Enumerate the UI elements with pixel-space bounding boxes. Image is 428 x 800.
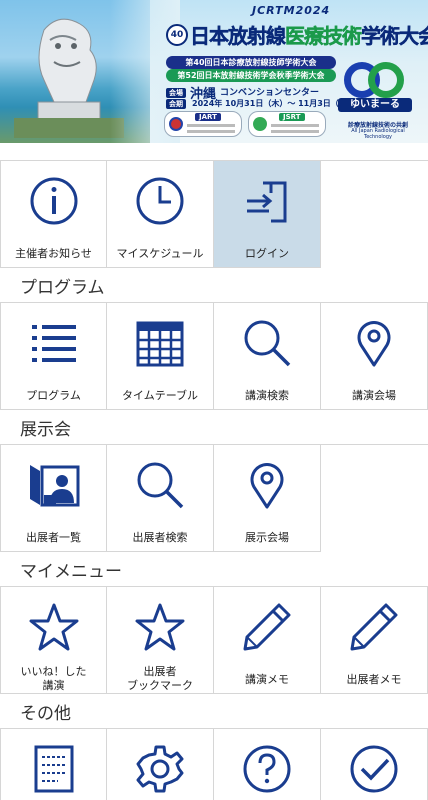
edition-badge: 40: [166, 24, 188, 46]
tile-label: プログラム: [26, 389, 81, 402]
search-icon: [137, 462, 184, 509]
menu-row-other: [0, 728, 428, 800]
banner-title: JCRTM2024 40 日本放射線医療技術学術大会: [166, 4, 428, 54]
pencil-icon: [243, 603, 291, 651]
shisa-statue-image: [14, 18, 124, 138]
tile-label: 講演メモ: [245, 673, 289, 686]
lecture-memo-button[interactable]: 講演メモ: [214, 587, 321, 694]
section-title-program: プログラム: [0, 268, 428, 302]
jsrt-logo-box: JSRT: [248, 111, 326, 137]
info-icon: [30, 177, 77, 225]
tile-label: 講演会場: [352, 389, 396, 402]
calendar-icon: [136, 321, 184, 367]
organizer-notice-button[interactable]: 主催者お知らせ: [0, 161, 107, 268]
lecture-venue-button[interactable]: 講演会場: [321, 303, 428, 410]
search-icon: [244, 320, 291, 367]
program-button[interactable]: プログラム: [0, 303, 107, 410]
menu-row-mymenu: いいね！した 講演 出展者 ブックマーク 講演メモ 出展者メモ: [0, 586, 428, 694]
jart-logo: [169, 117, 183, 131]
timetable-button[interactable]: タイムテーブル: [107, 303, 214, 410]
liked-lectures-button[interactable]: いいね！した 講演: [0, 587, 107, 694]
tile-label: ログイン: [245, 247, 289, 260]
tile-label: マイスケジュール: [116, 247, 204, 260]
subtitle-2: 第52回日本放射線技術学会秋季学術大会: [166, 69, 336, 82]
document-icon: [34, 745, 73, 793]
tile-label: いいね！した 講演: [20, 665, 87, 692]
tile-label: 講演検索: [245, 389, 289, 402]
location-pin-icon: [357, 321, 391, 367]
event-banner: JCRTM2024 40 日本放射線医療技術学術大会 第40回日本診療放射線技師…: [0, 0, 428, 143]
check-button[interactable]: [321, 729, 428, 800]
jart-logo-box: JART: [164, 111, 242, 137]
tile-label: 主催者お知らせ: [15, 247, 92, 260]
settings-button[interactable]: [107, 729, 214, 800]
congress-code: JCRTM2024: [252, 4, 331, 17]
checkmark-icon: [350, 745, 398, 793]
tile-label: 出展者一覧: [26, 531, 81, 544]
clock-icon: [136, 177, 184, 225]
tile-label: 展示会場: [245, 531, 289, 544]
tile-label: 出展者 ブックマーク: [127, 665, 193, 692]
section-title-exhibition: 展示会: [0, 410, 428, 444]
lecture-search-button[interactable]: 講演検索: [214, 303, 321, 410]
exhibitor-search-button[interactable]: 出展者検索: [107, 445, 214, 552]
jsrt-logo: [253, 117, 267, 131]
location-pin-icon: [250, 463, 284, 509]
menu-row-exhibition: 出展者一覧 出展者検索 展示会場: [0, 444, 428, 552]
pencil-icon: [350, 603, 398, 651]
section-title-mymenu: マイメニュー: [0, 552, 428, 586]
exhibition-hall-button[interactable]: 展示会場: [214, 445, 321, 552]
exhibitor-icon: [29, 465, 79, 507]
section-title-other: その他: [0, 694, 428, 728]
login-icon: [247, 181, 287, 223]
motto-english: All Japan Radiological Technology: [351, 128, 405, 140]
tile-label: 出展者検索: [132, 531, 188, 544]
star-icon: [135, 603, 185, 651]
exhibitor-memo-button[interactable]: 出展者メモ: [321, 587, 428, 694]
help-button[interactable]: [214, 729, 321, 800]
yuimaru-logo: ゆいまーる: [338, 60, 412, 118]
tile-label: 出展者メモ: [346, 673, 402, 686]
exhibitor-bookmark-button[interactable]: 出展者 ブックマーク: [107, 587, 214, 694]
exhibitor-list-button[interactable]: 出展者一覧: [0, 445, 107, 552]
menu-row-program: プログラム タイムテーブル 講演検索 講演会場: [0, 302, 428, 410]
list-icon: [31, 325, 76, 362]
subtitle-1: 第40回日本診療放射線技師学術大会: [166, 56, 336, 69]
document-button[interactable]: [0, 729, 107, 800]
my-schedule-button[interactable]: マイスケジュール: [107, 161, 214, 268]
main-menu: 主催者お知らせ マイスケジュール ログイン プログラム プログラム タイムテーブ…: [0, 160, 428, 800]
event-dates: 会期 2024年 10月31日（木）～ 11月3日（日）: [166, 98, 355, 109]
help-icon: [243, 745, 291, 793]
congress-title: 日本放射線医療技術学術大会: [190, 24, 428, 48]
star-icon: [29, 603, 78, 651]
tile-label: タイムテーブル: [121, 389, 199, 402]
menu-row-top: 主催者お知らせ マイスケジュール ログイン: [0, 160, 428, 268]
gear-icon: [136, 745, 184, 793]
login-button[interactable]: ログイン: [214, 161, 321, 268]
